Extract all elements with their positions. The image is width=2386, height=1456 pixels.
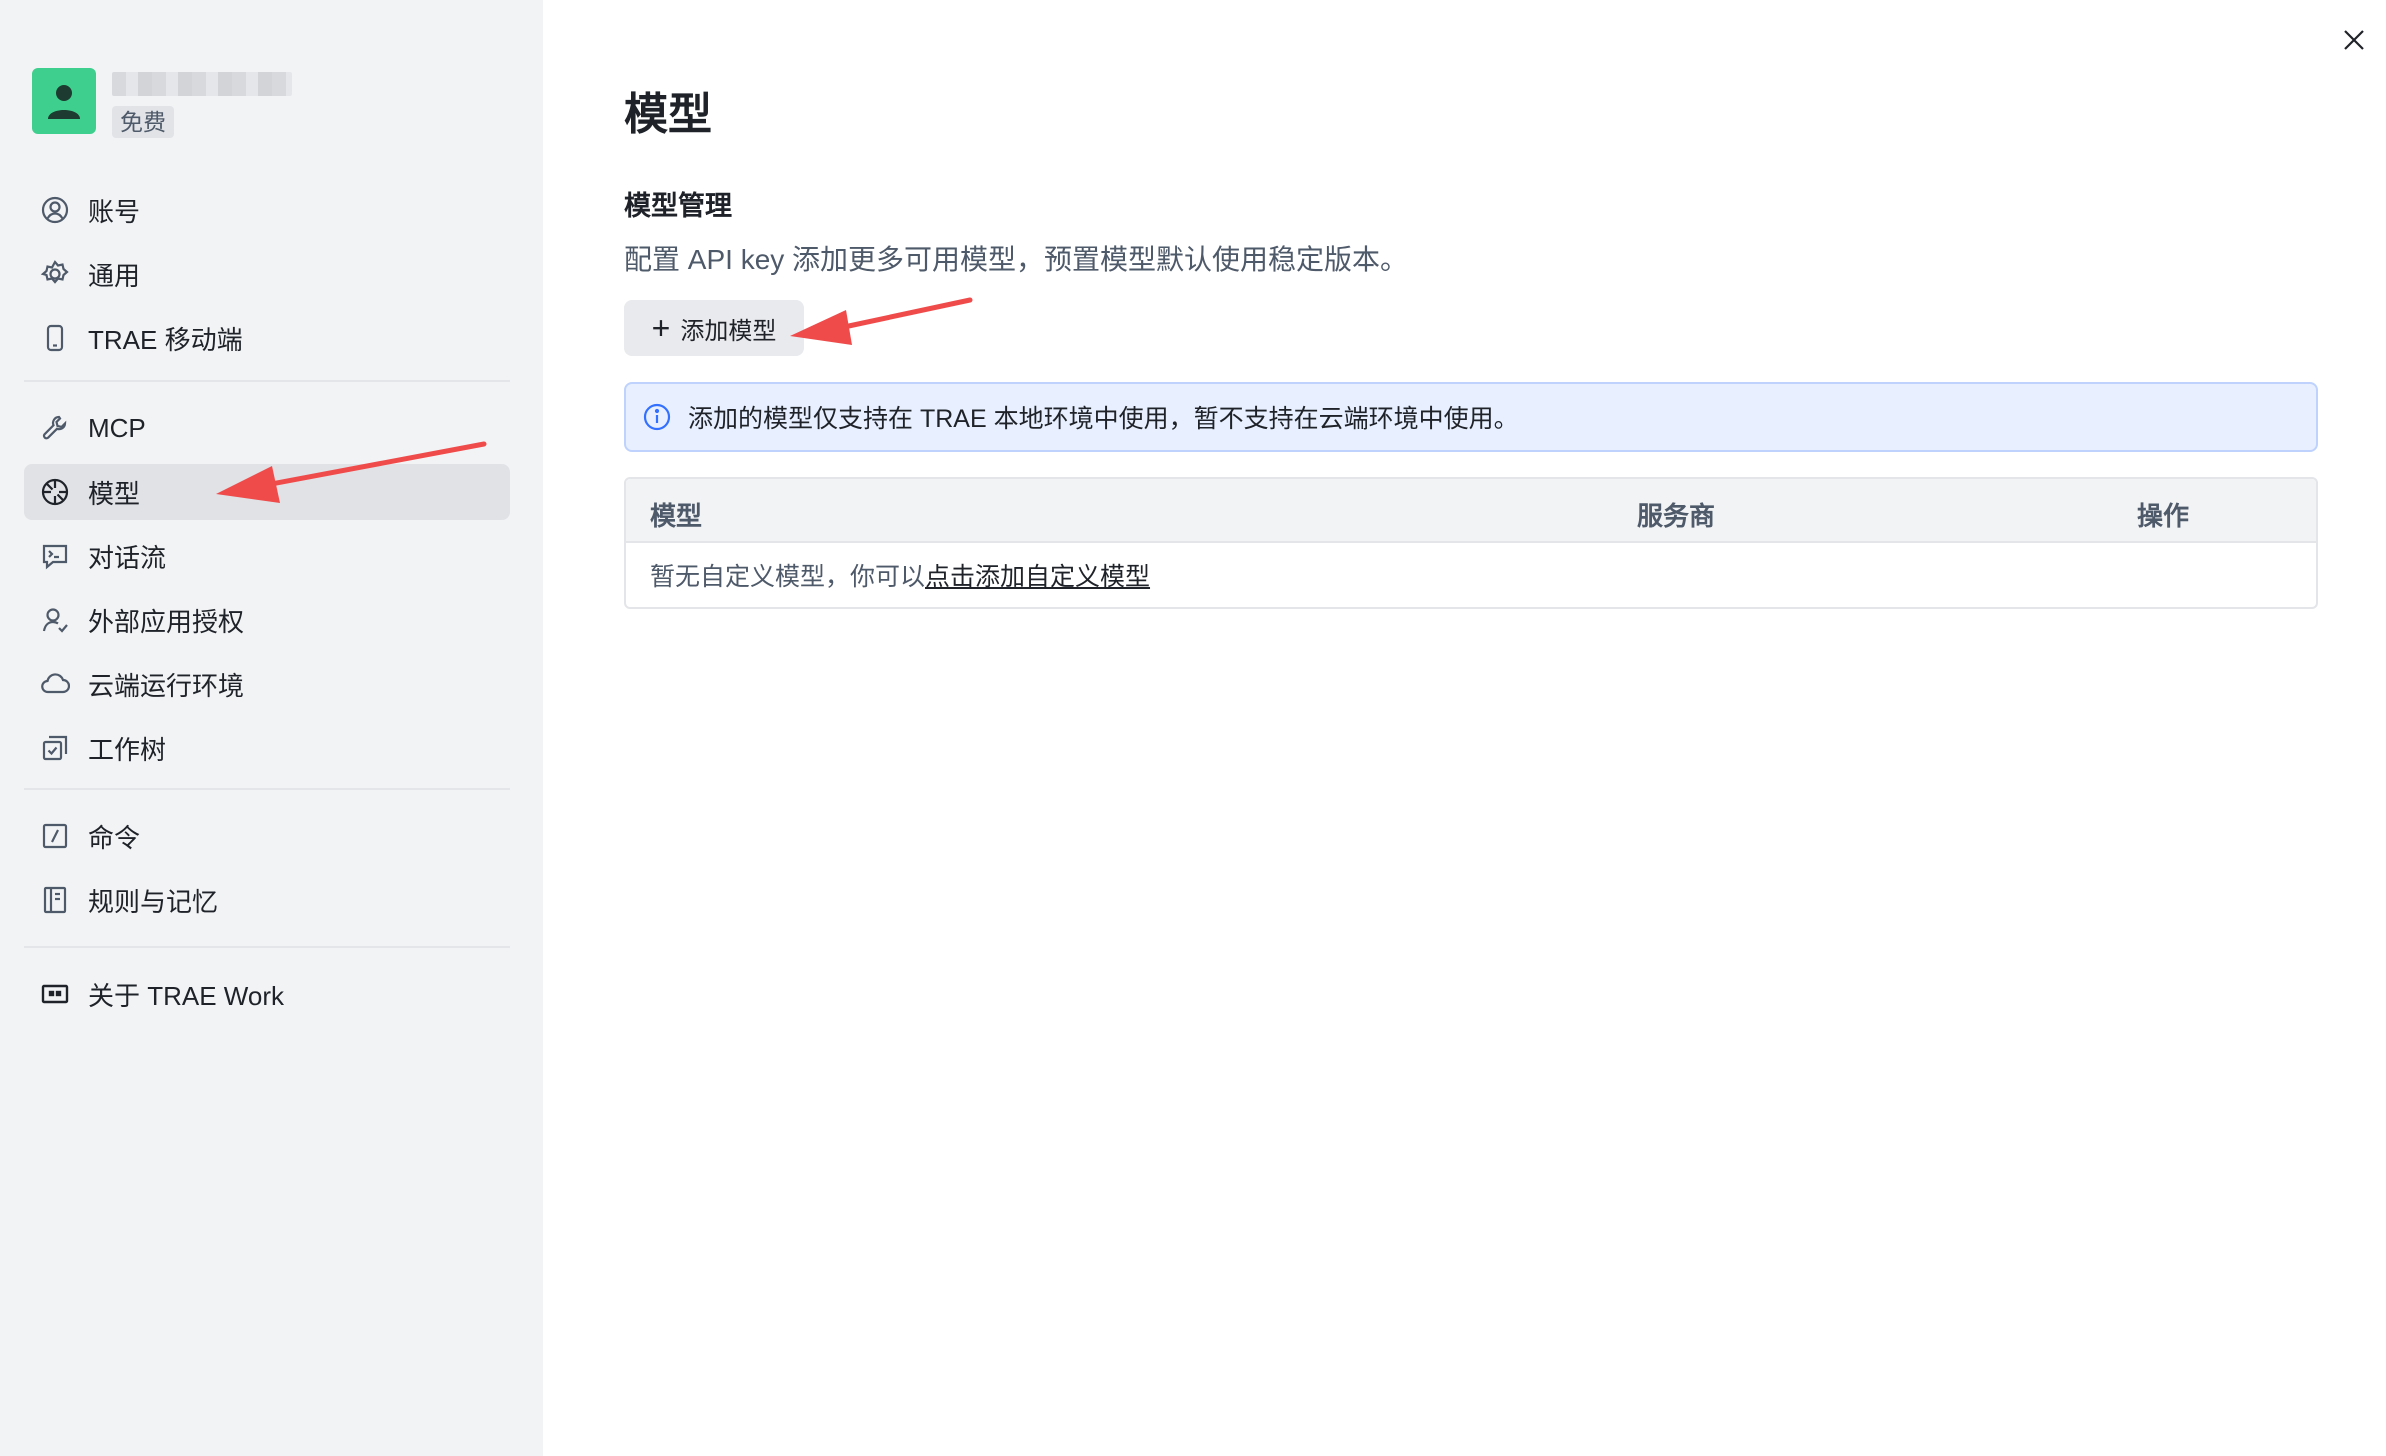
empty-text: 暂无自定义模型，你可以 — [650, 563, 926, 591]
sidebar-item-about[interactable]: 关于 TRAE Work — [24, 966, 510, 1022]
notice-text: 添加的模型仅支持在 TRAE 本地环境中使用，暂不支持在云端环境中使用。 — [688, 405, 1519, 433]
avatar — [32, 68, 96, 134]
plus-icon: + — [651, 310, 671, 346]
close-icon — [2344, 30, 2364, 50]
column-header-model: 模型 — [650, 501, 703, 531]
user-auth-icon — [40, 605, 70, 635]
sidebar-item-label: 模型 — [88, 478, 141, 509]
table-header: 模型 服务商 操作 — [626, 479, 2316, 543]
nav-group-account: 账号 通用 TRAE 移动端 — [24, 182, 510, 374]
sidebar-item-label: 工作树 — [88, 734, 167, 765]
sidebar-item-general[interactable]: 通用 — [24, 246, 510, 302]
column-header-actions: 操作 — [2137, 501, 2190, 531]
wrench-icon — [40, 413, 70, 443]
user-silhouette-icon — [48, 85, 80, 119]
sidebar-item-external-auth[interactable]: 外部应用授权 — [24, 592, 510, 648]
sidebar-item-mcp[interactable]: MCP — [24, 400, 510, 456]
terminal-chat-icon — [40, 541, 70, 571]
sidebar-item-label: MCP — [88, 412, 146, 443]
sidebar-item-label: TRAE 移动端 — [88, 324, 243, 355]
sidebar-item-label: 账号 — [88, 196, 141, 227]
book-icon — [40, 885, 70, 915]
sidebar-item-worktree[interactable]: 工作树 — [24, 720, 510, 776]
divider — [24, 788, 510, 790]
sidebar-item-mobile[interactable]: TRAE 移动端 — [24, 310, 510, 366]
info-icon — [643, 403, 671, 431]
arrow-to-add-button — [790, 297, 973, 345]
add-custom-model-link[interactable]: 点击添加自定义模型 — [925, 557, 1150, 593]
add-model-button[interactable]: + 添加模型 — [624, 300, 804, 356]
model-icon — [40, 477, 70, 507]
divider — [24, 380, 510, 382]
slash-command-icon — [40, 821, 70, 851]
sidebar-item-label: 关于 TRAE Work — [88, 980, 284, 1011]
cloud-icon — [40, 669, 70, 699]
sidebar-item-label: 规则与记忆 — [88, 886, 219, 917]
sidebar-item-dialog-flow[interactable]: 对话流 — [24, 528, 510, 584]
sidebar-item-label: 外部应用授权 — [88, 606, 245, 637]
sidebar-item-rules-memory[interactable]: 规则与记忆 — [24, 872, 510, 928]
worktree-icon — [40, 733, 70, 763]
sidebar-item-commands[interactable]: 命令 — [24, 808, 510, 864]
gear-icon — [40, 259, 70, 289]
page-title: 模型 — [624, 90, 712, 139]
column-header-provider: 服务商 — [1637, 501, 1716, 531]
user-profile[interactable]: 免费 — [32, 68, 292, 138]
username-redacted — [112, 72, 292, 96]
model-table: 模型 服务商 操作 暂无自定义模型，你可以 点击添加自定义模型 — [624, 477, 2318, 609]
sidebar-item-cloud-env[interactable]: 云端运行环境 — [24, 656, 510, 712]
sidebar-item-model[interactable]: 模型 — [24, 464, 510, 520]
info-notice: 添加的模型仅支持在 TRAE 本地环境中使用，暂不支持在云端环境中使用。 — [624, 382, 2318, 452]
nav-group-features: MCP 模型 对话流 外部应用授权 云端运行环境 工作树 — [24, 400, 510, 784]
mobile-icon — [40, 323, 70, 353]
about-icon — [40, 979, 70, 1009]
sidebar-item-label: 云端运行环境 — [88, 670, 245, 701]
close-button[interactable] — [2336, 22, 2372, 58]
sidebar-item-account[interactable]: 账号 — [24, 182, 510, 238]
sidebar-item-label: 通用 — [88, 260, 141, 291]
nav-group-about: 关于 TRAE Work — [24, 966, 510, 1030]
section-description: 配置 API key 添加更多可用模型，预置模型默认使用稳定版本。 — [624, 244, 1409, 275]
section-title: 模型管理 — [624, 191, 732, 221]
sidebar-item-label: 命令 — [88, 822, 141, 853]
nav-group-commands: 命令 规则与记忆 — [24, 808, 510, 936]
divider — [24, 946, 510, 948]
table-empty-row: 暂无自定义模型，你可以 点击添加自定义模型 — [626, 543, 2316, 607]
plan-badge: 免费 — [112, 106, 174, 138]
sidebar: 免费 账号 通用 TRAE 移动端 MCP 模型 对话流 外部应用授权 云端运行… — [0, 0, 543, 1456]
add-model-label: 添加模型 — [680, 317, 777, 345]
sidebar-item-label: 对话流 — [88, 542, 167, 573]
user-circle-icon — [40, 195, 70, 225]
